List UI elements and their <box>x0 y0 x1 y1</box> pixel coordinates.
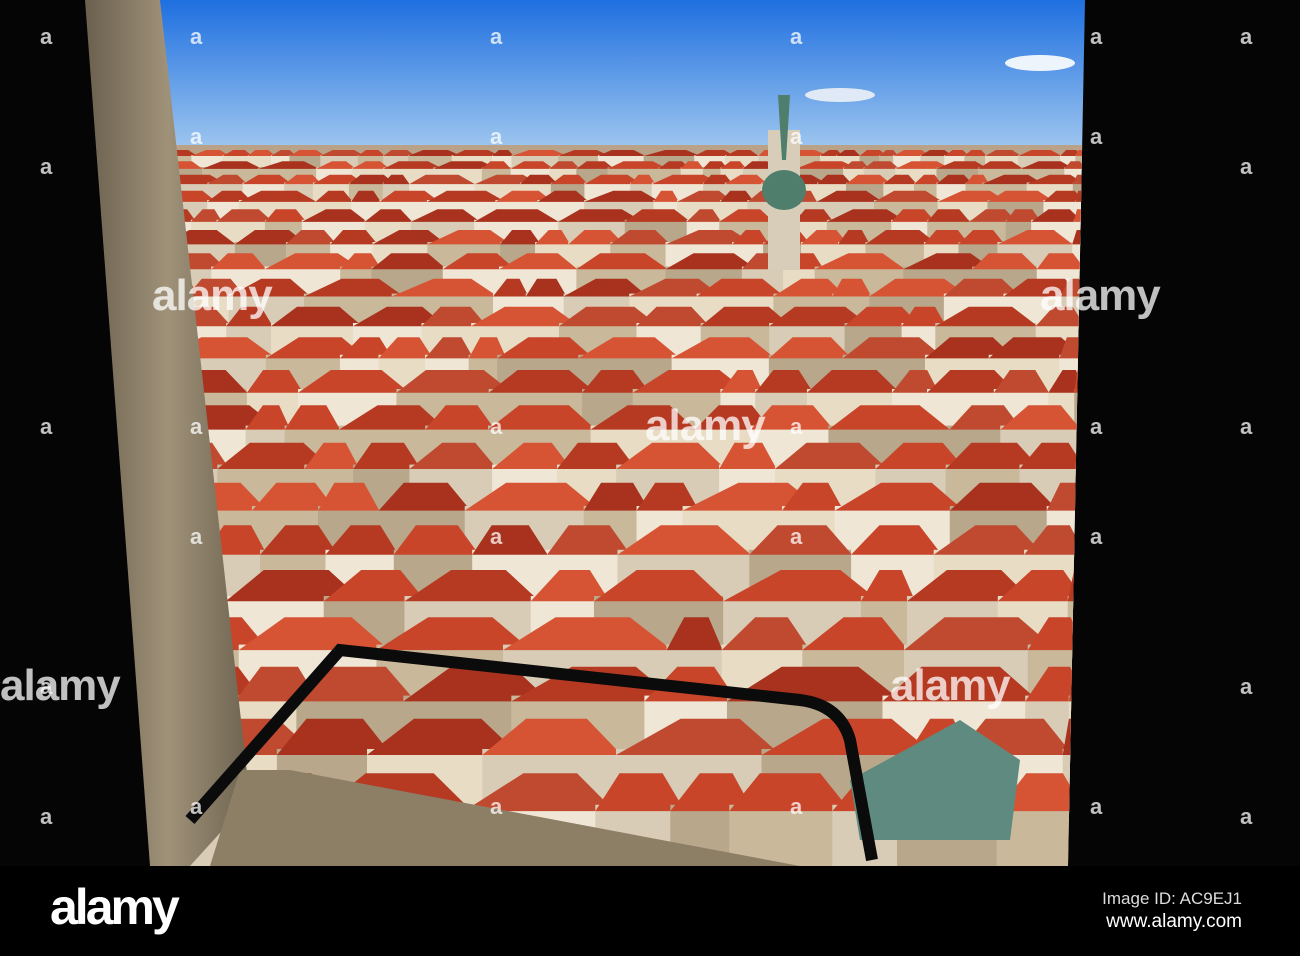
tower-dome <box>762 170 806 210</box>
watermark-mark: a <box>190 124 202 149</box>
footer-bar: alamy Image ID: AC9EJ1 www.alamy.com <box>0 866 1300 956</box>
watermark-mark: a <box>490 24 502 49</box>
watermark: alamy <box>890 661 1011 710</box>
watermark-mark: a <box>1240 414 1252 439</box>
watermark-mark: a <box>1240 24 1252 49</box>
watermark-mark: a <box>790 524 802 549</box>
watermark-mark: a <box>1090 124 1102 149</box>
watermark-mark: a <box>790 24 802 49</box>
cloud <box>1005 55 1075 71</box>
watermark-mark: a <box>1090 24 1102 49</box>
watermark-mark: a <box>790 794 802 819</box>
watermark-mark: a <box>190 414 202 439</box>
watermark-mark: a <box>40 804 52 829</box>
watermark-mark: a <box>190 24 202 49</box>
watermark-mark: a <box>490 794 502 819</box>
watermark-mark: a <box>790 414 802 439</box>
watermark: alamy <box>1040 271 1161 320</box>
watermark-mark: a <box>40 674 52 699</box>
site-url: www.alamy.com <box>1106 911 1242 932</box>
watermark-mark: a <box>1090 414 1102 439</box>
watermark-mark: a <box>1240 674 1252 699</box>
watermark-mark: a <box>40 154 52 179</box>
watermark-mark: a <box>190 794 202 819</box>
watermark-mark: a <box>1090 794 1102 819</box>
cloud <box>805 88 875 102</box>
watermark-mark: a <box>790 124 802 149</box>
image-id: Image ID: AC9EJ1 <box>1102 889 1242 908</box>
watermark-mark: a <box>190 524 202 549</box>
watermark-mark: a <box>1240 804 1252 829</box>
watermark-mark: a <box>40 24 52 49</box>
watermark-mark: a <box>40 414 52 439</box>
watermark: alamy <box>645 401 766 450</box>
alamy-logo: alamy <box>50 879 180 935</box>
watermark-mark: a <box>1090 524 1102 549</box>
sky <box>160 0 1085 160</box>
watermark: alamy <box>0 661 121 710</box>
watermark-mark: a <box>1240 154 1252 179</box>
photo-stage: alamy alamy alamy alamy alamy aaaaaaaaaa… <box>0 0 1300 956</box>
watermark-mark: a <box>490 414 502 439</box>
watermark-mark: a <box>490 124 502 149</box>
watermark-mark: a <box>490 524 502 549</box>
watermark: alamy <box>152 271 273 320</box>
